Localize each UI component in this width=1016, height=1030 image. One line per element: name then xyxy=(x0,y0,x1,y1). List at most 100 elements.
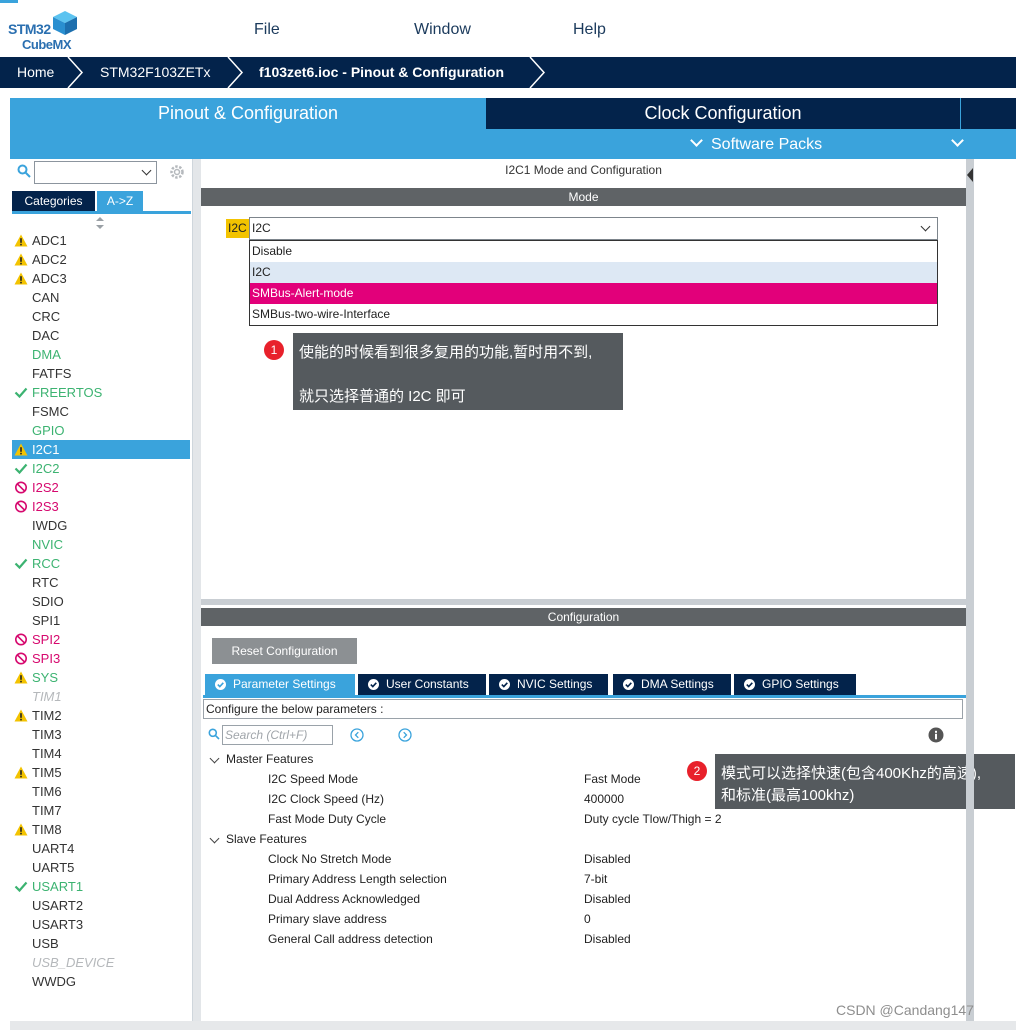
breadcrumb-home[interactable]: Home xyxy=(17,57,54,88)
reset-configuration-button[interactable]: Reset Configuration xyxy=(212,638,357,664)
param-row[interactable]: Primary Address Length selection 7-bit xyxy=(203,869,963,889)
tab-a-to-z[interactable]: A->Z xyxy=(97,191,143,211)
info-icon[interactable] xyxy=(928,727,944,743)
param-row[interactable]: Primary slave address 0 xyxy=(203,909,963,929)
param-row[interactable]: General Call address detection Disabled xyxy=(203,929,963,949)
i2c-mode-select[interactable]: I2C xyxy=(249,217,938,240)
option-smbus-two-wire-interface[interactable]: SMBus-two-wire-Interface xyxy=(250,304,937,325)
warning-icon xyxy=(14,766,28,779)
check-circle-icon xyxy=(215,679,226,690)
sidebar-item-i2s2[interactable]: I2S2 xyxy=(12,478,190,497)
param-value[interactable]: Fast Mode xyxy=(584,769,641,789)
tab-pinout-configuration[interactable]: Pinout & Configuration xyxy=(10,98,486,129)
collapse-arrow-icon[interactable] xyxy=(967,168,973,182)
right-panel-scrollbar[interactable] xyxy=(966,159,974,1021)
sort-icon[interactable] xyxy=(95,216,105,230)
sidebar-item-tim5[interactable]: TIM5 xyxy=(12,763,190,782)
sidebar-item-tim3[interactable]: TIM3 xyxy=(12,725,190,744)
check-icon xyxy=(14,881,28,893)
sidebar-item-i2c2[interactable]: I2C2 xyxy=(12,459,190,478)
sidebar-item-rtc[interactable]: RTC xyxy=(12,573,190,592)
sidebar-item-adc3[interactable]: ADC3 xyxy=(12,269,190,288)
sidebar-item-adc2[interactable]: ADC2 xyxy=(12,250,190,269)
sidebar-item-tim7[interactable]: TIM7 xyxy=(12,801,190,820)
chevron-down-icon xyxy=(951,134,964,147)
tab-project-manager[interactable] xyxy=(961,98,1016,129)
sidebar-item-dac[interactable]: DAC xyxy=(12,326,190,345)
sidebar-item-usart1[interactable]: USART1 xyxy=(12,877,190,896)
param-row[interactable]: Dual Address Acknowledged Disabled xyxy=(203,889,963,909)
sidebar-item-wwdg[interactable]: WWDG xyxy=(12,972,190,991)
param-value[interactable]: 7-bit xyxy=(584,869,607,889)
sidebar-item-dma[interactable]: DMA xyxy=(12,345,190,364)
menu-help[interactable]: Help xyxy=(573,21,606,39)
sidebar-item-can[interactable]: CAN xyxy=(12,288,190,307)
tab-gpio-settings[interactable]: GPIO Settings xyxy=(734,674,856,695)
option-smbus-alert-mode[interactable]: SMBus-Alert-mode xyxy=(250,283,937,304)
option-disable[interactable]: Disable xyxy=(250,241,937,262)
param-row[interactable]: Clock No Stretch Mode Disabled xyxy=(203,849,963,869)
tab-categories[interactable]: Categories xyxy=(12,191,95,211)
sidebar-item-uart5[interactable]: UART5 xyxy=(12,858,190,877)
param-name: Primary Address Length selection xyxy=(268,872,447,886)
tab-parameter-settings[interactable]: Parameter Settings xyxy=(205,674,355,695)
sidebar-item-label: FREERTOS xyxy=(32,385,103,400)
peripheral-search-combo[interactable] xyxy=(34,161,157,184)
software-packs-menu[interactable]: Software Packs xyxy=(690,131,822,159)
param-group[interactable]: Slave Features xyxy=(203,829,963,849)
option-i2c[interactable]: I2C xyxy=(250,262,937,283)
sidebar-item-tim2[interactable]: TIM2 xyxy=(12,706,190,725)
sidebar-scrollbar[interactable] xyxy=(193,159,201,1021)
param-value[interactable]: Disabled xyxy=(584,929,631,949)
menu-window[interactable]: Window xyxy=(414,21,471,39)
cube-logo-icon xyxy=(53,11,77,35)
panel-splitter[interactable] xyxy=(201,599,967,605)
sidebar-item-fatfs[interactable]: FATFS xyxy=(12,364,190,383)
breadcrumb-current[interactable]: f103zet6.ioc - Pinout & Configuration xyxy=(259,57,504,88)
sidebar-item-tim6[interactable]: TIM6 xyxy=(12,782,190,801)
sidebar-item-i2c1[interactable]: I2C1 xyxy=(12,440,190,459)
sidebar-item-label: FATFS xyxy=(32,366,72,381)
sidebar-item-spi1[interactable]: SPI1 xyxy=(12,611,190,630)
param-value[interactable]: Duty cycle Tlow/Thigh = 2 xyxy=(584,809,722,829)
sidebar-item-spi2[interactable]: SPI2 xyxy=(12,630,190,649)
sidebar-item-label: ADC2 xyxy=(32,252,67,267)
sidebar-item-freertos[interactable]: FREERTOS xyxy=(12,383,190,402)
sidebar-item-spi3[interactable]: SPI3 xyxy=(12,649,190,668)
sidebar-item-tim8[interactable]: TIM8 xyxy=(12,820,190,839)
sidebar-item-adc1[interactable]: ADC1 xyxy=(12,231,190,250)
tab-clock-configuration[interactable]: Clock Configuration xyxy=(486,98,960,129)
param-value[interactable]: 0 xyxy=(584,909,591,929)
next-result-icon[interactable] xyxy=(398,728,412,742)
parameter-search-input[interactable]: Search (Ctrl+F) xyxy=(222,725,333,745)
sidebar-item-iwdg[interactable]: IWDG xyxy=(12,516,190,535)
tab-user-constants[interactable]: User Constants xyxy=(358,674,486,695)
menu-file[interactable]: File xyxy=(254,21,280,39)
sidebar-item-sdio[interactable]: SDIO xyxy=(12,592,190,611)
breadcrumb-device[interactable]: STM32F103ZETx xyxy=(100,57,210,88)
param-value[interactable]: Disabled xyxy=(584,889,631,909)
sidebar-item-uart4[interactable]: UART4 xyxy=(12,839,190,858)
sidebar-item-fsmc[interactable]: FSMC xyxy=(12,402,190,421)
sidebar-item-label: TIM7 xyxy=(32,803,62,818)
peripheral-list: ADC1 ADC2 ADC3 CAN CRC DAC DMA FATFS FREERTOS FSM… xyxy=(12,231,190,991)
sidebar-item-nvic[interactable]: NVIC xyxy=(12,535,190,554)
sidebar-item-i2s3[interactable]: I2S3 xyxy=(12,497,190,516)
category-tab-underline xyxy=(12,211,191,214)
param-value[interactable]: Disabled xyxy=(584,849,631,869)
sidebar-item-gpio[interactable]: GPIO xyxy=(12,421,190,440)
gear-icon[interactable] xyxy=(168,163,186,181)
sidebar-item-usb[interactable]: USB xyxy=(12,934,190,953)
pinout-menu[interactable]: Pinout xyxy=(951,131,1016,181)
param-value[interactable]: 400000 xyxy=(584,789,624,809)
previous-result-icon[interactable] xyxy=(350,728,364,742)
sidebar-item-sys[interactable]: SYS xyxy=(12,668,190,687)
tab-dma-settings[interactable]: DMA Settings xyxy=(613,674,731,695)
param-row[interactable]: Fast Mode Duty Cycle Duty cycle Tlow/Thig… xyxy=(203,809,963,829)
sidebar-item-usart2[interactable]: USART2 xyxy=(12,896,190,915)
sidebar-item-usart3[interactable]: USART3 xyxy=(12,915,190,934)
sidebar-item-tim4[interactable]: TIM4 xyxy=(12,744,190,763)
sidebar-item-rcc[interactable]: RCC xyxy=(12,554,190,573)
tab-nvic-settings[interactable]: NVIC Settings xyxy=(489,674,608,695)
sidebar-item-crc[interactable]: CRC xyxy=(12,307,190,326)
